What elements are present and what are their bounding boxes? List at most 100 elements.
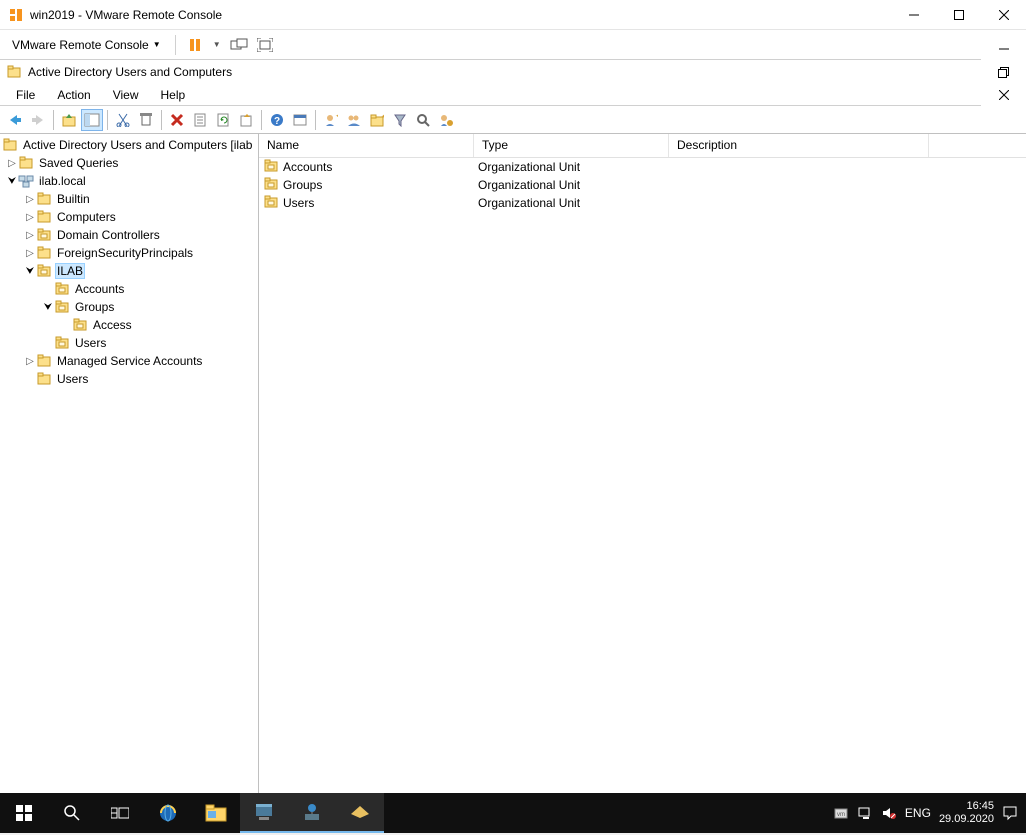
new-user-button[interactable]: ✦: [320, 109, 342, 131]
tray-volume-muted-icon[interactable]: [881, 805, 897, 821]
column-header-description[interactable]: Description: [669, 134, 929, 157]
tree-domain[interactable]: ⮟ ilab.local: [0, 172, 258, 190]
up-button[interactable]: [58, 109, 80, 131]
list-row[interactable]: Accounts Organizational Unit: [259, 158, 1026, 176]
aduc-toolbar: ? ✦ ✦: [0, 106, 1026, 134]
ou-icon: [54, 335, 70, 351]
task-view-button[interactable]: [96, 793, 144, 833]
restore-button[interactable]: [981, 61, 1026, 84]
separator: [53, 110, 54, 130]
tray-network-icon[interactable]: [857, 805, 873, 821]
menu-help[interactable]: Help: [151, 86, 196, 104]
expander-icon[interactable]: ⮟: [6, 176, 18, 187]
tree-fsp[interactable]: ▷ ForeignSecurityPrincipals: [0, 244, 258, 262]
tray-action-center-icon[interactable]: [1002, 805, 1018, 821]
close-button[interactable]: [981, 84, 1026, 107]
find-objects-button[interactable]: [412, 109, 434, 131]
properties-button[interactable]: [189, 109, 211, 131]
domain-icon: [18, 173, 34, 189]
tree-ilab-groups-access[interactable]: Access: [0, 316, 258, 334]
expander-icon[interactable]: ▷: [24, 248, 36, 259]
list-rows[interactable]: Accounts Organizational Unit Groups Orga…: [259, 158, 1026, 812]
ou-icon: [54, 299, 70, 315]
svg-text:vm: vm: [837, 812, 845, 818]
expander-icon[interactable]: ▷: [6, 158, 18, 169]
send-ctrl-alt-del-button[interactable]: [228, 34, 250, 56]
expander-icon[interactable]: ▷: [24, 194, 36, 205]
tree-label: Saved Queries: [37, 156, 120, 170]
minimize-button[interactable]: [981, 38, 1026, 61]
vmrc-menu-dropdown[interactable]: VMware Remote Console ▼: [6, 35, 167, 55]
ou-icon: [263, 176, 279, 195]
tree-builtin[interactable]: ▷ Builtin: [0, 190, 258, 208]
folder-icon: [18, 155, 34, 171]
folder-icon: [36, 353, 52, 369]
expander-icon[interactable]: ▷: [24, 230, 36, 241]
ou-icon: [263, 194, 279, 213]
maximize-button[interactable]: [936, 0, 981, 29]
tree-root[interactable]: Active Directory Users and Computers [il…: [0, 136, 258, 154]
forward-button[interactable]: [27, 109, 49, 131]
expander-icon[interactable]: ⮟: [42, 302, 54, 313]
folder-icon: [36, 371, 52, 387]
tree-ilab-accounts[interactable]: Accounts: [0, 280, 258, 298]
expander-icon[interactable]: ⮟: [24, 266, 36, 277]
column-header-type[interactable]: Type: [474, 134, 669, 157]
new-ou-button[interactable]: ✦: [366, 109, 388, 131]
menu-view[interactable]: View: [103, 86, 149, 104]
cell-type: Organizational Unit: [478, 178, 580, 192]
aduc-window: Active Directory Users and Computers Fil…: [0, 60, 1026, 835]
tree-saved-queries[interactable]: ▷ Saved Queries: [0, 154, 258, 172]
list-row[interactable]: Groups Organizational Unit: [259, 176, 1026, 194]
show-hide-tree-button[interactable]: [81, 109, 103, 131]
pause-dropdown[interactable]: ▼: [210, 34, 224, 56]
minimize-button[interactable]: [891, 0, 936, 29]
cut-button[interactable]: [112, 109, 134, 131]
tree-users[interactable]: Users: [0, 370, 258, 388]
tree-ilab-users[interactable]: Users: [0, 334, 258, 352]
tree-computers[interactable]: ▷ Computers: [0, 208, 258, 226]
new-group-button[interactable]: [343, 109, 365, 131]
delete-button[interactable]: [166, 109, 188, 131]
tree-pane: Active Directory Users and Computers [il…: [0, 134, 259, 812]
expander-icon[interactable]: ▷: [24, 212, 36, 223]
tree-content[interactable]: Active Directory Users and Computers [il…: [0, 134, 258, 795]
tree-domain-controllers[interactable]: ▷ Domain Controllers: [0, 226, 258, 244]
export-list-button[interactable]: [235, 109, 257, 131]
refresh-button[interactable]: [212, 109, 234, 131]
tray-clock[interactable]: 16:45 29.09.2020: [939, 800, 994, 826]
aduc-window-controls: [981, 38, 1026, 107]
add-to-group-button[interactable]: [435, 109, 457, 131]
taskbar-app[interactable]: [336, 793, 384, 833]
tray-vmware-icon[interactable]: vm: [833, 805, 849, 821]
menu-action[interactable]: Action: [47, 86, 100, 104]
close-button[interactable]: [981, 0, 1026, 29]
copy-button[interactable]: [135, 109, 157, 131]
folder-icon: [36, 209, 52, 225]
find-button[interactable]: [289, 109, 311, 131]
tree-msa[interactable]: ▷ Managed Service Accounts: [0, 352, 258, 370]
pause-button[interactable]: [184, 34, 206, 56]
taskbar-aduc[interactable]: [288, 793, 336, 833]
ou-icon: [54, 281, 70, 297]
expander-icon[interactable]: ▷: [24, 356, 36, 367]
back-button[interactable]: [4, 109, 26, 131]
tree-ilab-groups[interactable]: ⮟ Groups: [0, 298, 258, 316]
svg-text:✦: ✦: [335, 113, 338, 121]
start-button[interactable]: [0, 793, 48, 833]
taskbar-server-manager[interactable]: [240, 793, 288, 833]
folder-icon: [36, 245, 52, 261]
list-row[interactable]: Users Organizational Unit: [259, 194, 1026, 212]
menu-file[interactable]: File: [6, 86, 45, 104]
filter-button[interactable]: [389, 109, 411, 131]
vmrc-window-controls: [891, 0, 1026, 29]
tree-label: Domain Controllers: [55, 228, 162, 242]
column-header-name[interactable]: Name: [259, 134, 474, 157]
tray-language[interactable]: ENG: [905, 806, 931, 820]
taskbar-ie[interactable]: [144, 793, 192, 833]
search-button[interactable]: [48, 793, 96, 833]
fullscreen-button[interactable]: [254, 34, 276, 56]
help-button[interactable]: ?: [266, 109, 288, 131]
taskbar-explorer[interactable]: [192, 793, 240, 833]
tree-ilab[interactable]: ⮟ ILAB: [0, 262, 258, 280]
